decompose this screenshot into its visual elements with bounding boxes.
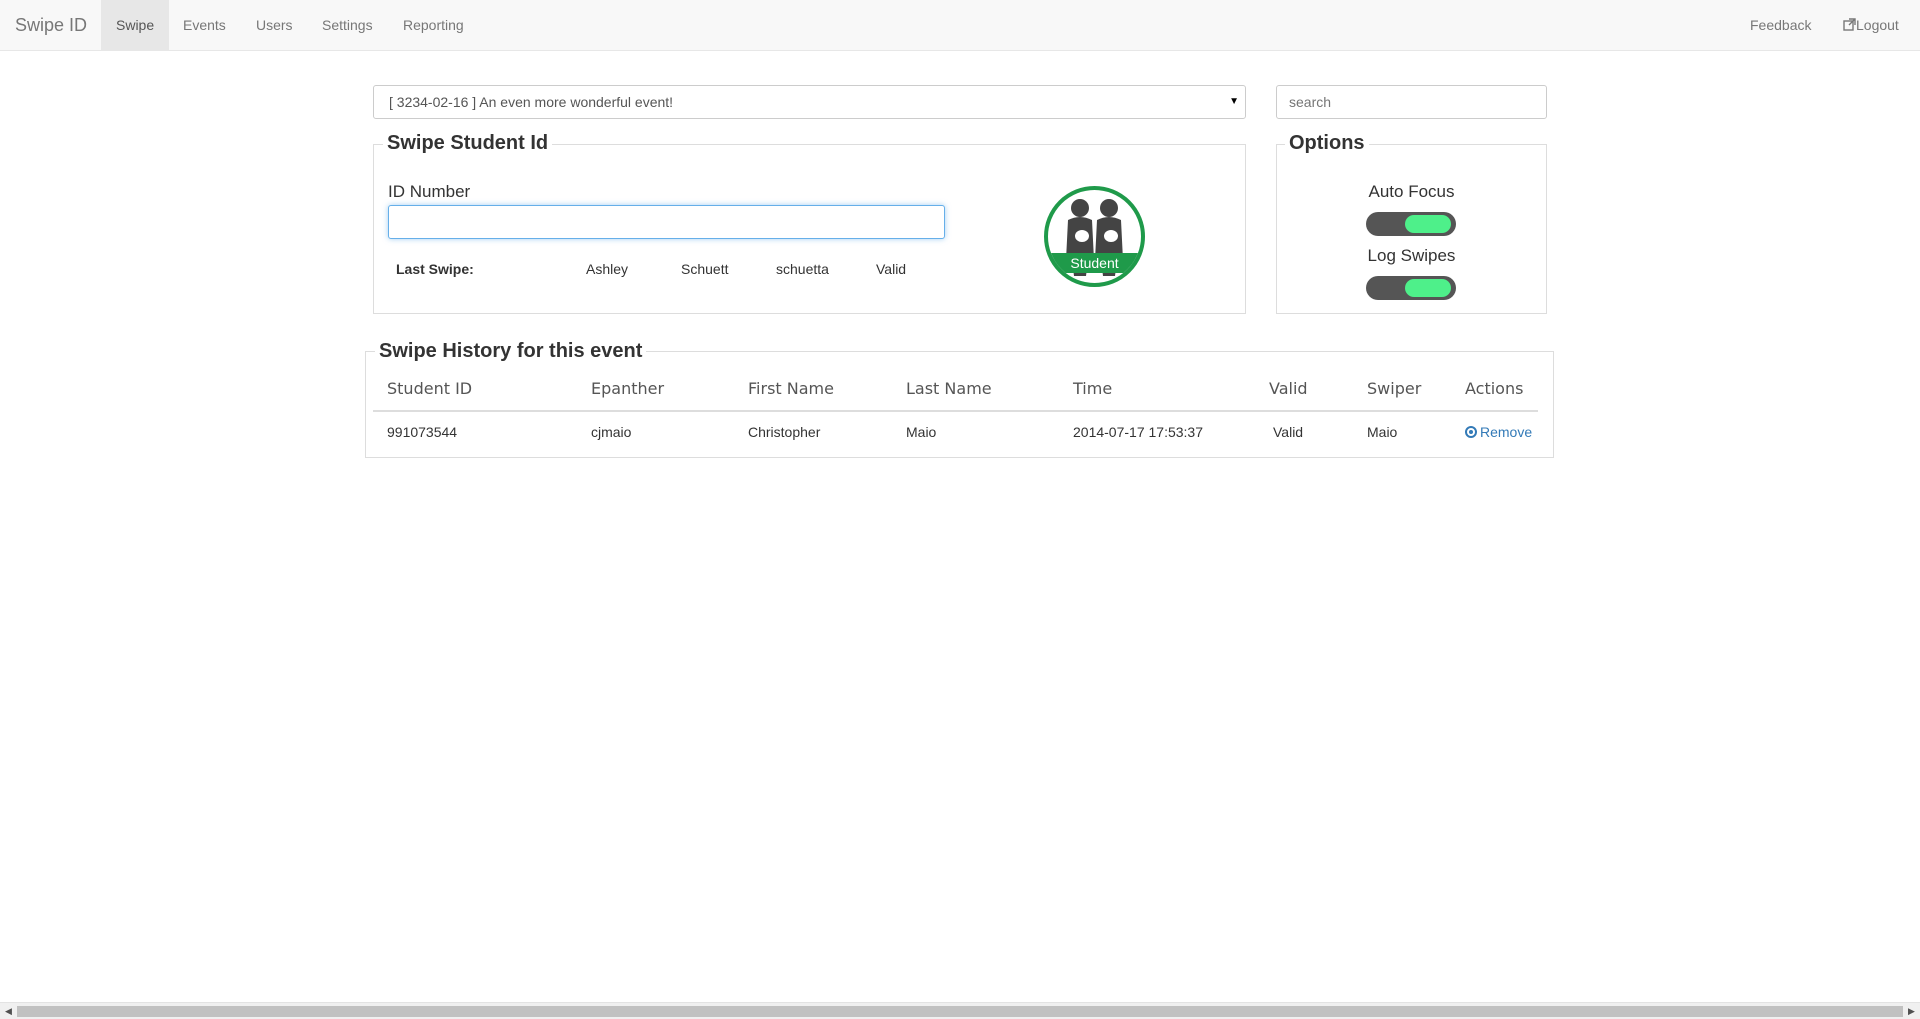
col-header-swiper: Swiper (1367, 379, 1422, 398)
id-number-input[interactable] (388, 205, 945, 239)
chevron-down-icon: ▼ (1229, 96, 1239, 107)
nav-feedback[interactable]: Feedback (1735, 0, 1826, 50)
cell-valid: Valid (1273, 424, 1304, 440)
remove-circle-icon (1465, 426, 1477, 438)
external-link-icon (1843, 18, 1856, 31)
nav-swipe[interactable]: Swipe (101, 0, 170, 50)
scroll-right-arrow-icon[interactable]: ▶ (1903, 1003, 1920, 1019)
remove-label: Remove (1480, 424, 1533, 440)
logout-label: Logout (1856, 17, 1899, 33)
event-select-value: [ 3234-02-16 ] An even more wonderful ev… (389, 94, 674, 110)
last-swipe-label: Last Swipe: (396, 261, 474, 277)
log-swipes-toggle[interactable] (1366, 276, 1456, 300)
history-panel-title: Swipe History for this event (375, 340, 647, 363)
cell-last-name: Maio (906, 424, 937, 440)
last-swipe-status: Valid (876, 261, 907, 277)
horizontal-scrollbar[interactable]: ◀ ▶ (0, 1002, 1920, 1019)
cell-student-id: 991073544 (387, 424, 458, 440)
col-header-student-id: Student ID (387, 379, 473, 398)
cell-time: 2014-07-17 17:53:37 (1073, 424, 1203, 440)
nav-users[interactable]: Users (241, 0, 308, 50)
col-header-time: Time (1073, 379, 1113, 398)
scroll-left-arrow-icon[interactable]: ◀ (0, 1003, 17, 1019)
toggle-knob (1405, 279, 1451, 297)
auto-focus-toggle[interactable] (1366, 212, 1456, 236)
cell-first-name: Christopher (748, 424, 821, 440)
nav-events[interactable]: Events (168, 0, 241, 50)
last-swipe-first-name: Ashley (586, 261, 629, 277)
id-number-label: ID Number (388, 182, 471, 201)
nav-settings[interactable]: Settings (307, 0, 388, 50)
brand-logo[interactable]: Swipe ID (15, 0, 87, 50)
last-swipe-last-name: Schuett (681, 261, 729, 277)
nav-logout[interactable]: Logout (1828, 0, 1914, 50)
student-badge: Student (1044, 186, 1145, 287)
cell-swiper: Maio (1367, 424, 1398, 440)
search-input[interactable] (1276, 85, 1547, 119)
remove-button[interactable]: Remove (1465, 424, 1532, 440)
col-header-last-name: Last Name (906, 379, 992, 398)
col-header-epanther: Epanther (591, 379, 665, 398)
event-select[interactable]: [ 3234-02-16 ] An even more wonderful ev… (373, 85, 1246, 119)
auto-focus-label: Auto Focus (1368, 182, 1455, 201)
nav-reporting[interactable]: Reporting (388, 0, 479, 50)
student-badge-label: Student (1048, 253, 1141, 273)
swipe-panel-title: Swipe Student Id (383, 132, 553, 155)
cell-epanther: cjmaio (591, 424, 632, 440)
last-swipe-epanther: schuetta (776, 261, 829, 277)
log-swipes-label: Log Swipes (1367, 246, 1456, 265)
toggle-knob (1405, 215, 1451, 233)
top-navbar: Swipe ID Swipe Events Users Settings Rep… (0, 0, 1920, 51)
col-header-first-name: First Name (748, 379, 834, 398)
scrollbar-thumb[interactable] (17, 1006, 1903, 1017)
col-header-actions: Actions (1465, 379, 1524, 398)
history-panel (365, 351, 1554, 458)
table-header-divider (373, 410, 1538, 412)
col-header-valid: Valid (1269, 379, 1308, 398)
options-panel-title: Options (1285, 132, 1369, 155)
